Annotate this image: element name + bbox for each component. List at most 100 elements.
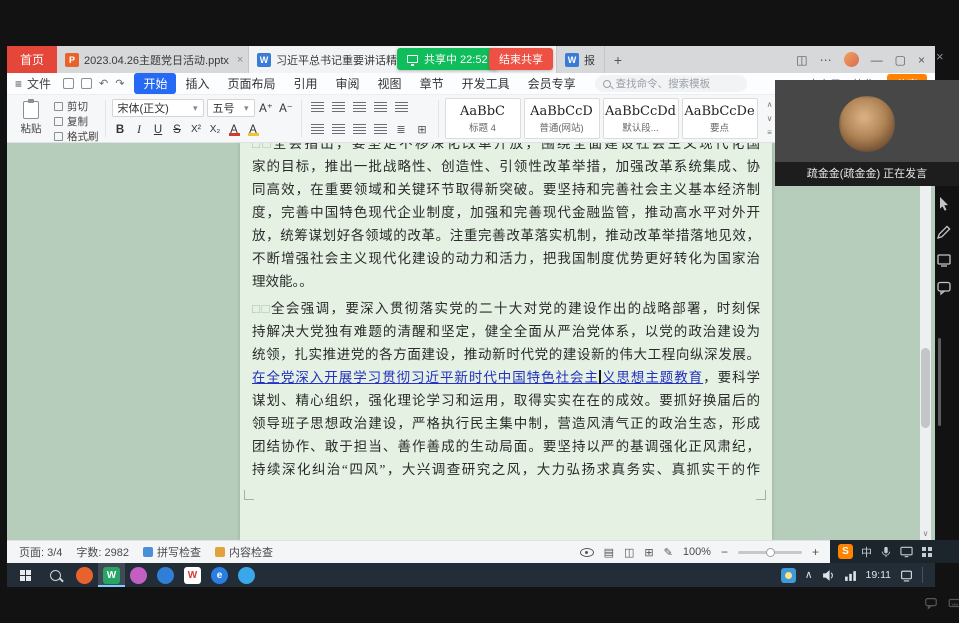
sort-icon[interactable] <box>392 99 411 116</box>
speaker-video-overlay[interactable]: 疏金金(疏金金) 正在发言 <box>775 80 959 186</box>
clock[interactable]: 19:11 <box>866 569 892 581</box>
show-desktop-divider[interactable] <box>922 567 923 583</box>
close-window-icon[interactable]: × <box>918 53 925 67</box>
bold-button[interactable]: B <box>112 121 129 138</box>
document-tab-pptx[interactable]: P 2023.04.26主题党日活动.pptx × <box>57 46 249 73</box>
document-tab-partial[interactable]: W 报 <box>557 46 605 73</box>
style-preset[interactable]: AaBbCcD普通(网站) <box>524 98 600 139</box>
paste-button[interactable]: 粘贴 <box>13 98 49 139</box>
align-left-icon[interactable] <box>308 121 327 138</box>
strikethrough-button[interactable]: S <box>169 121 186 138</box>
pointer-tool-icon[interactable] <box>936 196 952 212</box>
taskbar-search-button[interactable] <box>41 563 69 587</box>
cut-button[interactable]: 剪切 <box>54 99 99 114</box>
indent-decrease-icon[interactable] <box>350 99 369 116</box>
end-share-button[interactable]: 结束共享 <box>489 48 553 70</box>
subscript-button[interactable]: X₂ <box>207 121 224 138</box>
font-name-select[interactable]: 宋体(正文)▾ <box>112 99 204 117</box>
spell-check-toggle[interactable]: 拼写检查 <box>143 544 201 560</box>
hyperlink-text[interactable]: 义思想主题教育 <box>601 370 703 385</box>
superscript-button[interactable]: X² <box>188 121 205 138</box>
meeting-panel-scrollbar[interactable] <box>938 338 941 426</box>
gallery-menu-icon[interactable]: ≡ <box>767 128 772 137</box>
increase-font-icon[interactable]: A⁺ <box>258 100 275 117</box>
indent-increase-icon[interactable] <box>371 99 390 116</box>
more-options-icon[interactable]: ⋯ <box>820 53 832 67</box>
print-icon[interactable] <box>81 78 92 89</box>
edit-mode-icon[interactable]: ✎ <box>664 546 673 559</box>
taskbar-app-ie[interactable]: e <box>206 563 233 587</box>
save-icon[interactable] <box>63 78 74 89</box>
zoom-out-icon[interactable]: − <box>721 545 728 559</box>
ime-indicator[interactable]: 中 <box>861 544 872 560</box>
vertical-scrollbar[interactable]: ∧ ∨ <box>920 143 931 540</box>
taskbar-app-wps-writer[interactable]: W <box>179 563 206 587</box>
zoom-slider-thumb[interactable] <box>766 548 775 557</box>
meeting-close-icon[interactable]: × <box>936 49 944 64</box>
style-preset[interactable]: AaBbCcDe要点 <box>682 98 758 139</box>
read-mode-icon[interactable]: ▤ <box>604 546 614 559</box>
account-avatar[interactable] <box>844 52 859 67</box>
underline-button[interactable]: U <box>150 121 167 138</box>
home-tab[interactable]: 首页 <box>7 46 57 73</box>
format-painter-button[interactable]: 格式刷 <box>54 129 99 144</box>
undo-icon[interactable]: ↶ <box>99 77 108 90</box>
decrease-font-icon[interactable]: A⁻ <box>278 100 295 117</box>
menu-tab-会员专享[interactable]: 会员专享 <box>519 73 585 94</box>
layout-split-icon[interactable]: ◫ <box>796 53 807 67</box>
align-right-icon[interactable] <box>350 121 369 138</box>
highlight-color-button[interactable]: A <box>245 121 262 138</box>
style-preset[interactable]: AaBbCcDd默认段... <box>603 98 679 139</box>
menu-tab-插入[interactable]: 插入 <box>176 73 218 94</box>
chat-bubble-icon[interactable] <box>924 596 938 610</box>
menu-tab-开始[interactable]: 开始 <box>134 73 176 94</box>
document-text[interactable]: □□全会指出，要坚定不移深化改革开放，围绕全面建设社会主义现代化国家的目标，推出… <box>252 143 760 483</box>
zoom-slider[interactable] <box>738 551 802 554</box>
keyboard-icon[interactable] <box>948 596 959 610</box>
maximize-window-icon[interactable]: ▢ <box>895 53 906 67</box>
numbered-list-icon[interactable] <box>329 99 348 116</box>
eye-protect-icon[interactable] <box>580 548 594 557</box>
redo-icon[interactable]: ↷ <box>115 77 124 90</box>
scroll-down-icon[interactable]: ∨ <box>920 529 931 538</box>
justify-icon[interactable] <box>371 121 390 138</box>
menu-tab-页面布局[interactable]: 页面布局 <box>219 73 285 94</box>
whiteboard-icon[interactable] <box>936 252 952 268</box>
align-center-icon[interactable] <box>329 121 348 138</box>
taskbar-app-messenger[interactable] <box>233 563 260 587</box>
font-color-button[interactable]: A <box>226 121 243 138</box>
style-preset[interactable]: AaBbC标题 4 <box>445 98 521 139</box>
annotate-pen-icon[interactable] <box>936 224 952 240</box>
copy-button[interactable]: 复制 <box>54 114 99 129</box>
notification-icon[interactable] <box>900 569 913 582</box>
taskbar-app-browser[interactable] <box>71 563 98 587</box>
tray-expand-icon[interactable]: ∧ <box>805 569 813 581</box>
close-tab-icon[interactable]: × <box>237 54 243 66</box>
weather-icon[interactable] <box>781 568 796 583</box>
menu-tab-引用[interactable]: 引用 <box>285 73 327 94</box>
taskbar-app-wps[interactable]: W <box>98 563 125 587</box>
taskbar-app-app-blue[interactable] <box>152 563 179 587</box>
line-spacing-icon[interactable]: ≣ <box>392 121 411 138</box>
network-icon[interactable] <box>844 569 857 582</box>
volume-icon[interactable] <box>822 569 835 582</box>
bullet-list-icon[interactable] <box>308 99 327 116</box>
file-menu[interactable]: ≡ 文件 <box>15 75 59 92</box>
gallery-down-icon[interactable]: ∨ <box>767 114 773 123</box>
start-button[interactable] <box>11 563 39 587</box>
page-layout-icon[interactable]: ◫ <box>624 546 634 559</box>
minimize-window-icon[interactable]: — <box>871 53 883 67</box>
new-tab-button[interactable]: + <box>605 46 631 73</box>
border-icon[interactable]: ⊞ <box>413 121 432 138</box>
menu-tab-章节[interactable]: 章节 <box>411 73 453 94</box>
grid-icon[interactable] <box>921 546 933 558</box>
command-search-input[interactable]: 查找命令、搜索模板 <box>595 75 747 92</box>
taskbar-app-media[interactable] <box>125 563 152 587</box>
chat-panel-icon[interactable] <box>936 280 952 296</box>
monitor-icon[interactable] <box>900 546 913 558</box>
hyperlink-text[interactable]: 在全党深入开展学习贯彻习近平新时代中国特色社会主 <box>252 370 599 385</box>
orange-s-badge[interactable]: S <box>838 544 853 559</box>
menu-tab-开发工具[interactable]: 开发工具 <box>453 73 519 94</box>
menu-tab-审阅[interactable]: 审阅 <box>327 73 369 94</box>
gallery-up-icon[interactable]: ∧ <box>767 100 773 109</box>
